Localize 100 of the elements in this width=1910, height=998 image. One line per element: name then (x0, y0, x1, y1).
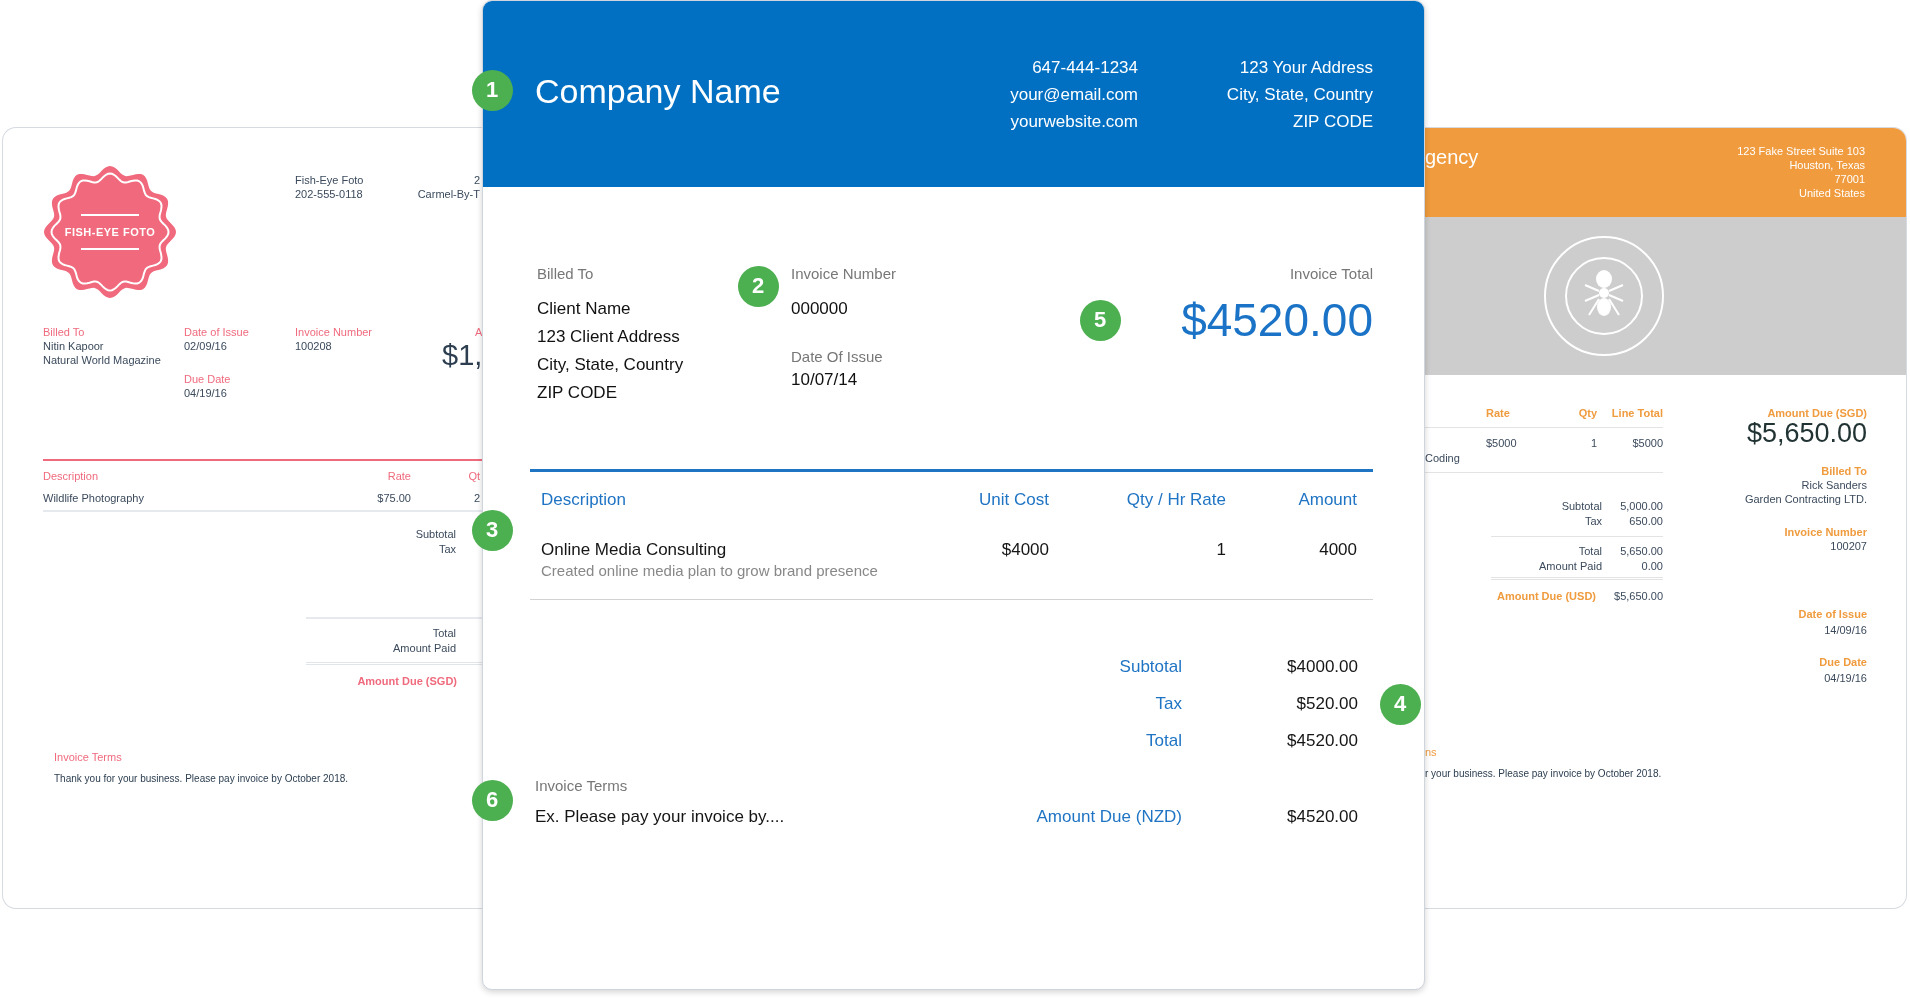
field-value: 14/09/16 (1823, 623, 1867, 638)
summary-value: $4520.00 (1286, 730, 1358, 752)
address-text: 77001 (1833, 172, 1865, 186)
address-text: City, State, Country (1225, 83, 1373, 106)
column-header: Line Total (1610, 406, 1663, 421)
field-label: Invoice Number (791, 265, 897, 283)
summary-label: Subtotal (1560, 499, 1602, 514)
column-header: Rate (386, 469, 411, 483)
field-label: Date Of Issue (791, 348, 883, 366)
summary-label: Amount Paid (392, 641, 456, 656)
terms-text: Ex. Please pay your invoice by.... (535, 806, 786, 828)
item-detail: Coding (1425, 451, 1663, 473)
terms-label: Invoice Terms (535, 776, 629, 796)
summary-label: Tax (1583, 514, 1602, 529)
client-text: 123 Client Address (537, 326, 680, 348)
summary-value: 5,000.00 (1619, 499, 1663, 514)
client-text: Natural World Magazine (43, 353, 162, 367)
callout-badge: 2 (737, 265, 779, 307)
address-text: ZIP CODE (1292, 110, 1373, 133)
terms-label: Invoice Terms (54, 750, 123, 764)
callout-badge: 5 (1079, 299, 1121, 341)
field-label: Date of Issue (184, 325, 250, 339)
invoice-total-value: $4520.00 (1181, 294, 1373, 346)
summary-value: 5,650.00 (1619, 544, 1663, 559)
field-value: 04/19/16 (1823, 671, 1867, 686)
field-label: Due Date (1818, 655, 1867, 669)
company-name: Company Name (535, 71, 782, 111)
address-text: 123 Fake Street Suite 103 (1737, 144, 1865, 158)
address-text: Carmel-By-T (417, 187, 480, 201)
summary-label: Total (1145, 730, 1182, 752)
client-text: City, State, Country (537, 354, 684, 376)
summary-value: $4000.00 (1286, 656, 1358, 678)
contact-text: yourwebsite.com (1010, 110, 1138, 133)
summary-label: Tax (437, 542, 456, 557)
column-header: Unit Cost (978, 490, 1049, 510)
field-label: Billed To (537, 265, 594, 283)
address-text: 2 (472, 173, 480, 187)
field-label: A (474, 325, 483, 339)
summary-label: Subtotal (1118, 656, 1182, 678)
column-header: Qty (1577, 406, 1597, 421)
invoice-number-value: 100208 (295, 339, 333, 353)
table-cell-text: Wildlife Photography (43, 491, 145, 505)
callout-badge: 4 (1379, 683, 1421, 725)
address-text: 123 Your Address (1238, 56, 1373, 79)
field-label: Invoice Number (1783, 525, 1867, 539)
table-cell-text: 2 (472, 491, 480, 505)
table-cell-text: 1 (1589, 436, 1597, 451)
contact-text: your@email.com (1010, 83, 1138, 106)
summary-label: Subtotal (414, 527, 456, 542)
terms-text: r your business. Please pay invoice by October 2018. (1425, 767, 1663, 781)
item-description: Online Media Consulting (541, 540, 727, 559)
field-label: Billed To (43, 325, 86, 339)
table-cell-text: 1 (1215, 540, 1226, 561)
summary-value: $520.00 (1295, 693, 1358, 715)
date-value: 02/09/16 (184, 339, 228, 353)
logo-text: FISH-EYE FOTO (64, 226, 156, 238)
address-text: United States (1797, 186, 1865, 200)
column-header: Amount (1297, 490, 1357, 510)
amount-due-label: Amount Due (SGD) (1766, 406, 1867, 421)
field-value: 100207 (1829, 539, 1867, 553)
field-label: Invoice Total (1289, 265, 1373, 283)
table-cell-text: $5000 (1486, 436, 1518, 451)
field-label: Invoice Number (295, 325, 374, 339)
column-header: Description (541, 490, 628, 510)
field-value: Rick Sanders (1800, 478, 1867, 492)
column-header: Description (43, 469, 100, 483)
amount-due-value: $5,650.00 (1613, 589, 1663, 604)
amount-due-value: $5,650.00 (1745, 419, 1867, 447)
client-text: Nitin Kapoor (43, 339, 105, 353)
contact-text: Fish-Eye Foto (295, 173, 365, 187)
field-label: Date of Issue (1797, 607, 1867, 621)
table-cell-text: $4000 (1000, 540, 1049, 561)
field-label: Billed To (1820, 464, 1867, 478)
address-text: Houston, Texas (1788, 158, 1865, 172)
client-text: Client Name (537, 298, 631, 320)
contact-text: 202-555-0118 (295, 187, 364, 201)
terms-label: ns (1425, 745, 1438, 759)
date-value: 10/07/14 (791, 369, 858, 391)
field-value: Garden Contracting LTD. (1743, 492, 1867, 506)
summary-label: Amount Paid (1538, 559, 1602, 574)
field-label: Due Date (184, 372, 232, 386)
client-text: ZIP CODE (537, 382, 617, 404)
amount-value: $1, (442, 339, 483, 371)
table-cell-text: $5000 (1631, 436, 1663, 451)
amount-due-value: $4520.00 (1286, 806, 1358, 828)
amount-due-label: Amount Due (USD) (1496, 589, 1596, 604)
column-header: Qt (467, 469, 480, 483)
amount-due-label: Amount Due (NZD) (1035, 806, 1182, 828)
amount-due-label: Amount Due (SGD) (356, 674, 458, 689)
terms-text: Thank you for your business. Please pay invoice by October 2018. (54, 772, 350, 786)
invoice-number-value: 000000 (791, 298, 848, 320)
column-header: Qty / Hr Rate (1125, 490, 1226, 510)
summary-value: 0.00 (1640, 559, 1663, 574)
summary-label: Total (431, 626, 456, 641)
table-cell-text: $75.00 (376, 491, 411, 505)
table-cell-text: 4000 (1318, 540, 1357, 561)
summary-label: Tax (1154, 693, 1182, 715)
item-detail: Created online media plan to grow brand presence (541, 561, 879, 581)
contact-text: 647-444-1234 (1031, 56, 1138, 79)
company-name: gency (1425, 145, 1479, 170)
